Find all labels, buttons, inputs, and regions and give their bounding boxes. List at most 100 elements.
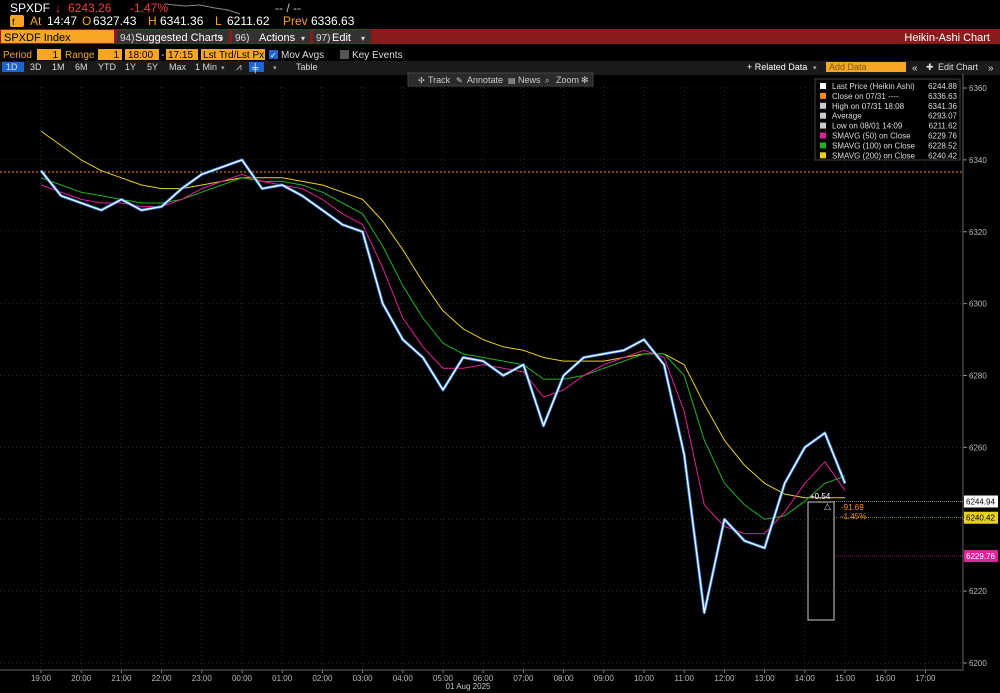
x-tick-label: 13:00 xyxy=(755,674,776,683)
x-tick-label: 04:00 xyxy=(393,674,414,683)
chevron-down-icon: ▾ xyxy=(273,65,277,72)
time-to: 17:15 xyxy=(168,50,193,61)
y-axis: 620062206240626062806300632063406360 xyxy=(963,84,987,668)
price-tag-label: 6240.42 xyxy=(966,514,995,523)
low-label: L xyxy=(215,14,222,28)
legend-value: 6211.62 xyxy=(929,122,958,131)
period-ytd[interactable]: YTD xyxy=(98,62,117,72)
legend-swatch xyxy=(820,122,826,129)
last-trade-label: Lst Trd/Lst Px xyxy=(203,50,264,61)
period-1d[interactable]: 1D xyxy=(6,62,18,72)
open-value: 6327.43 xyxy=(93,14,137,28)
low-value: 6211.62 xyxy=(227,14,270,28)
at-label: At xyxy=(30,14,42,28)
news-icon: ▤ xyxy=(508,76,516,85)
y-tick-label: 6220 xyxy=(969,587,987,596)
legend: Last Price (Heikin Ashi) 6244.88 Close on … xyxy=(820,82,958,160)
y-tick-label: 6360 xyxy=(969,84,987,93)
annotate-button[interactable]: Annotate xyxy=(467,75,503,85)
suggested-num: 94) xyxy=(120,33,134,44)
gear-icon[interactable]: ✚ xyxy=(926,62,934,72)
x-tick-label: 23:00 xyxy=(192,674,213,683)
period-3d[interactable]: 3D xyxy=(30,62,42,72)
chevron-down-icon: ▾ xyxy=(221,65,225,72)
grid xyxy=(0,87,963,670)
x-tick-label: 11:00 xyxy=(674,674,694,683)
key-events-checkbox[interactable] xyxy=(340,50,349,59)
open-label: O xyxy=(82,14,91,28)
legend-value: 6293.07 xyxy=(928,112,957,121)
x-tick-label: 08:00 xyxy=(554,674,575,683)
legend-label: Close on 07/31 ---- xyxy=(832,92,899,101)
quote-time: 14:47 xyxy=(47,14,77,28)
news-button[interactable]: News xyxy=(518,75,541,85)
x-tick-label: 02:00 xyxy=(312,674,333,683)
price-tag-label: 6229.76 xyxy=(966,552,995,561)
change-percent: -1.47% xyxy=(130,1,168,15)
x-tick-label: 09:00 xyxy=(594,674,615,683)
x-tick-label: 15:00 xyxy=(835,674,856,683)
zoom-icon: ⌕ xyxy=(545,76,549,85)
legend-swatch xyxy=(820,132,826,139)
legend-swatch xyxy=(820,83,826,89)
zoom-button[interactable]: Zoom xyxy=(556,75,579,85)
y-tick-label: 6320 xyxy=(969,228,987,237)
suggested-label: Suggested Charts xyxy=(135,32,224,44)
legend-value: 6336.63 xyxy=(928,92,957,101)
period-max[interactable]: Max xyxy=(169,62,187,72)
legend-swatch xyxy=(820,102,826,109)
chevron-down-icon: ▾ xyxy=(361,34,365,43)
last-price: 6243.26 xyxy=(68,1,112,15)
edit-label: Edit xyxy=(332,32,351,44)
table-button[interactable]: Table xyxy=(296,62,318,72)
gear-icon[interactable]: ✻ xyxy=(581,75,589,85)
bid-ask-dashes: -- / -- xyxy=(275,1,301,15)
x-tick-label: 21:00 xyxy=(111,674,132,683)
legend-label: SMAVG (50) on Close xyxy=(832,132,911,141)
legend-value: 6240.42 xyxy=(928,151,957,160)
interval-select[interactable]: 1 Min xyxy=(195,62,217,72)
key-events-label: Key Events xyxy=(352,50,403,61)
legend-label: SMAVG (100) on Close xyxy=(832,141,916,150)
track-button[interactable]: Track xyxy=(428,75,451,85)
period-value: 1 xyxy=(52,50,58,61)
y-tick-label: 6200 xyxy=(969,659,987,668)
legend-swatch xyxy=(820,92,826,99)
date-label: 01 Aug 2025 xyxy=(446,682,491,691)
chart-canvas: SPXDF ↓ 6243.26 -1.47% -- / -- f At 14:4… xyxy=(0,0,1000,691)
period-5y[interactable]: 5Y xyxy=(147,62,158,72)
legend-swatch xyxy=(820,142,826,149)
chevron-down-icon: ▾ xyxy=(219,34,223,43)
period-6m[interactable]: 6M xyxy=(75,62,88,72)
legend-value: 6228.52 xyxy=(928,141,957,150)
down-arrow-icon: ↓ xyxy=(55,1,61,15)
up-triangle-icon: △ xyxy=(824,501,831,511)
range-label: Range xyxy=(65,50,95,61)
time-from: 18:00 xyxy=(128,50,153,61)
track-icon: ✣ xyxy=(418,76,425,85)
collapse-right-icon[interactable]: » xyxy=(988,63,994,74)
legend-label: SMAVG (200) on Close xyxy=(832,151,916,160)
legend-swatch xyxy=(820,112,826,119)
high-change-label: +0.54 xyxy=(810,492,831,501)
prev-label: Prev xyxy=(283,14,308,28)
period-1m[interactable]: 1M xyxy=(52,62,65,72)
ticker-symbol: SPXDF xyxy=(10,1,50,15)
legend-value: 6244.88 xyxy=(928,82,957,91)
collapse-left-icon[interactable]: « xyxy=(912,63,918,74)
related-data-button[interactable]: + Related Data xyxy=(747,62,807,72)
legend-label: High on 07/31 18:08 xyxy=(832,102,905,111)
candle-icon-glyph: ╪ xyxy=(251,62,259,74)
edit-chart-button[interactable]: Edit Chart xyxy=(938,62,979,72)
x-tick-label: 00:00 xyxy=(232,674,253,683)
legend-swatch xyxy=(820,152,826,159)
range-value: 1 xyxy=(113,50,119,61)
mov-avgs-label: Mov Avgs xyxy=(281,50,324,61)
check-icon: ✓ xyxy=(270,51,277,60)
line-chart-icon[interactable]: ⩘ xyxy=(236,62,242,73)
series-smavg-200- xyxy=(40,130,845,499)
x-tick-label: 12:00 xyxy=(714,674,735,683)
period-1y[interactable]: 1Y xyxy=(125,62,136,72)
x-tick-label: 03:00 xyxy=(353,674,374,683)
x-tick-label: 17:00 xyxy=(915,674,936,683)
